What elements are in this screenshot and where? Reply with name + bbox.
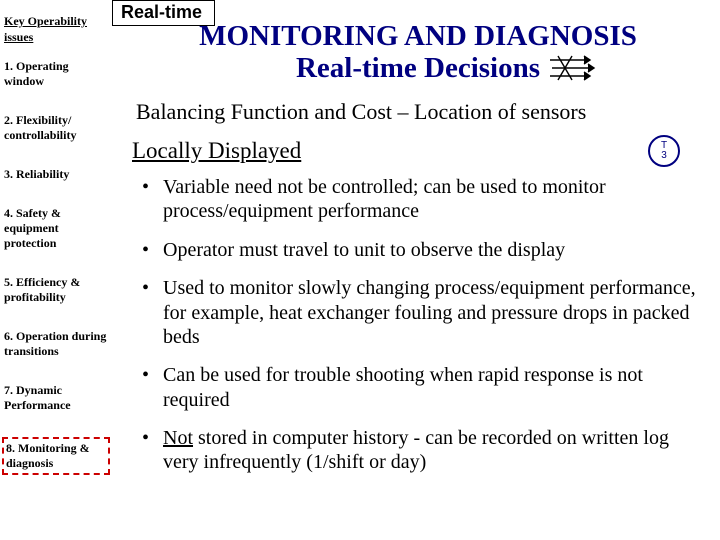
title-line2: Real-time Decisions <box>296 52 540 84</box>
list-item: • Used to monitor slowly changing proces… <box>142 276 704 349</box>
bullet-text: Not stored in computer history - can be … <box>163 426 704 475</box>
sidebar-item-operation-transitions[interactable]: 6. Operation during transitions <box>4 329 108 359</box>
sidebar-item-monitoring-diagnosis[interactable]: 8. Monitoring & diagnosis <box>2 437 110 475</box>
bullet-text: Variable need not be controlled; can be … <box>163 175 704 224</box>
sidebar-item-operating-window[interactable]: 1. Operating window <box>4 59 108 89</box>
bullet-dot-icon: • <box>142 276 149 349</box>
list-item: • Can be used for trouble shooting when … <box>142 363 704 412</box>
bullet-text: Operator must travel to unit to observe … <box>163 238 565 262</box>
list-item: • Not stored in computer history - can b… <box>142 426 704 475</box>
main-content: MONITORING AND DIAGNOSIS Real-time Decis… <box>112 14 716 489</box>
sidebar: Key Operability issues 1. Operating wind… <box>0 0 112 540</box>
sensor-bubble-icon: T 3 <box>648 135 680 167</box>
bullet-dot-icon: • <box>142 426 149 475</box>
list-item: • Variable need not be controlled; can b… <box>142 175 704 224</box>
sidebar-item-efficiency[interactable]: 5. Efficiency & profitability <box>4 275 108 305</box>
bullet-dot-icon: • <box>142 238 149 262</box>
page-title: MONITORING AND DIAGNOSIS Real-time Decis… <box>132 20 704 85</box>
section-heading: Locally Displayed <box>132 138 301 164</box>
title-line1: MONITORING AND DIAGNOSIS <box>132 20 704 52</box>
bullet-dot-icon: • <box>142 363 149 412</box>
bubble-line2: 3 <box>661 151 667 161</box>
sidebar-item-flexibility[interactable]: 2. Flexibility/ controllability <box>4 113 108 143</box>
arrows-icon <box>548 54 602 82</box>
bullet-dot-icon: • <box>142 175 149 224</box>
section-header: Locally Displayed T 3 <box>132 135 704 167</box>
list-item: • Operator must travel to unit to observ… <box>142 238 704 262</box>
subtitle: Balancing Function and Cost – Location o… <box>132 99 704 125</box>
sidebar-item-dynamic-performance[interactable]: 7. Dynamic Performance <box>4 383 108 413</box>
sidebar-item-safety[interactable]: 4. Safety & equipment protection <box>4 206 108 251</box>
bullet-list: • Variable need not be controlled; can b… <box>132 175 704 475</box>
bullet-text: Can be used for trouble shooting when ra… <box>163 363 704 412</box>
sidebar-item-reliability[interactable]: 3. Reliability <box>4 167 108 182</box>
sidebar-title: Key Operability issues <box>4 14 108 45</box>
bullet-text: Used to monitor slowly changing process/… <box>163 276 704 349</box>
